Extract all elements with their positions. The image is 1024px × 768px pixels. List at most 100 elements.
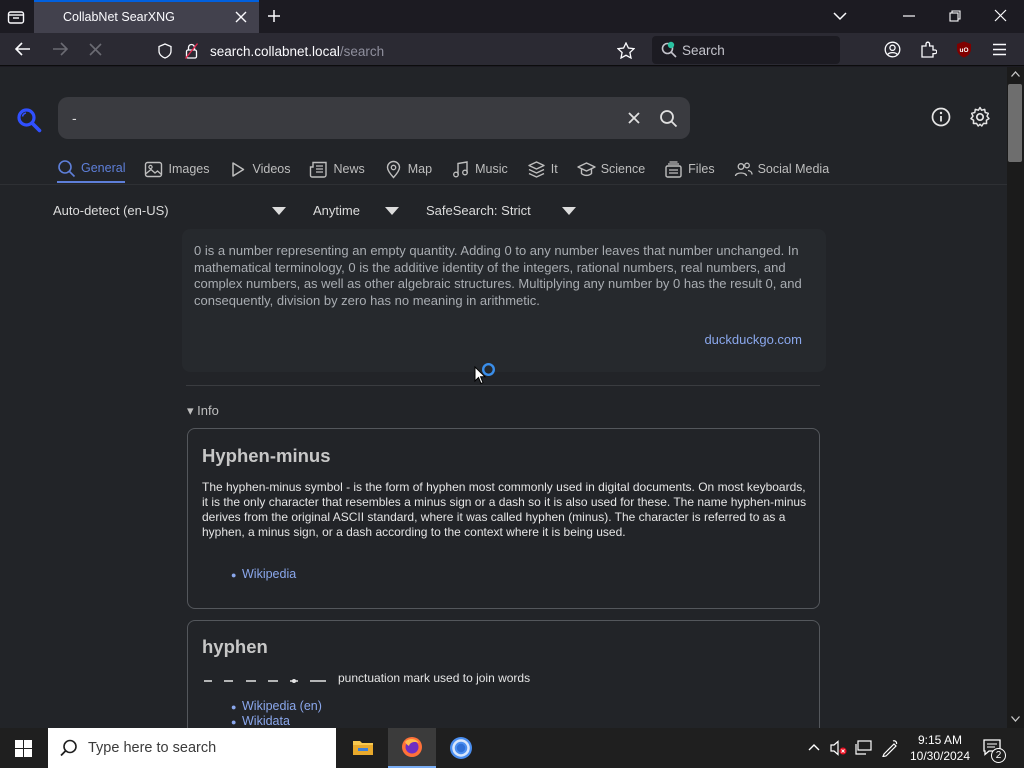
play-icon <box>228 160 247 179</box>
search-box[interactable]: - <box>58 97 690 139</box>
tab-science[interactable]: Science <box>576 155 646 183</box>
bookmark-star-icon[interactable] <box>617 42 635 59</box>
chevron-down-icon[interactable] <box>385 207 399 215</box>
infobox-title: Hyphen-minus <box>202 445 331 466</box>
close-window-icon[interactable] <box>994 9 1007 22</box>
tab-general[interactable]: General <box>57 155 126 183</box>
tab-label: It <box>550 162 558 176</box>
newspaper-icon <box>309 160 328 179</box>
scrollbar-thumb[interactable] <box>1008 84 1022 162</box>
windows-taskbar: Type here to search 9:15 AM 10/30/2024 2 <box>0 728 1024 768</box>
url-bar[interactable]: search.collabnet.local/search <box>150 36 644 64</box>
wikipedia-link[interactable]: Wikipedia <box>242 567 296 581</box>
browser-search-bar[interactable]: Search <box>652 36 840 64</box>
language-select-value: Auto-detect (en-US) <box>53 203 169 218</box>
tab-label: Science <box>600 162 646 176</box>
insecure-lock-icon[interactable] <box>185 43 198 59</box>
shield-icon[interactable] <box>158 43 172 59</box>
wikidata-link[interactable]: Wikidata <box>242 714 290 728</box>
url-path: /search <box>339 44 385 59</box>
searxng-results-page: - General Images Videos News Map Music I… <box>0 67 1007 728</box>
tab-list-icon[interactable] <box>7 9 25 25</box>
browser-toolbar: search.collabnet.local/search Search uO <box>0 33 1024 66</box>
answer-source-link[interactable]: duckduckgo.com <box>704 332 802 347</box>
bullet: ● <box>231 570 237 580</box>
time-range-select[interactable]: Anytime <box>313 203 360 218</box>
browser-tab-active[interactable]: CollabNet SearXNG <box>34 0 259 33</box>
infobox-text: The hyphen-minus symbol - is the form of… <box>202 480 807 539</box>
language-select[interactable]: Auto-detect (en-US) <box>53 203 169 218</box>
searxng-logo-icon[interactable] <box>16 107 42 133</box>
safesearch-value: SafeSearch: Strict <box>426 203 531 218</box>
tab-it[interactable]: It <box>527 155 558 183</box>
stop-loading-icon[interactable] <box>89 43 102 56</box>
tab-title: CollabNet SearXNG <box>63 10 175 24</box>
url-host: search.collabnet.local <box>210 44 340 59</box>
pen-workspace-icon[interactable] <box>881 739 899 757</box>
search-submit-icon[interactable] <box>659 109 678 128</box>
network-icon[interactable] <box>855 740 872 756</box>
tab-label: Music <box>475 162 508 176</box>
close-tab-icon[interactable] <box>235 11 247 23</box>
new-tab-icon[interactable] <box>267 9 281 23</box>
list-all-tabs-icon[interactable] <box>833 11 847 21</box>
tab-images[interactable]: Images <box>144 155 209 183</box>
info-toggle[interactable]: ▾ Info <box>187 403 219 419</box>
wikipedia-en-link[interactable]: Wikipedia (en) <box>242 699 322 713</box>
tab-videos[interactable]: Videos <box>228 155 290 183</box>
taskbar-firefox-active[interactable] <box>388 728 436 768</box>
restore-icon[interactable] <box>949 10 961 22</box>
taskbar-clock[interactable]: 9:15 AM 10/30/2024 <box>909 732 971 764</box>
tab-label: Videos <box>252 162 291 176</box>
svg-text:uO: uO <box>959 47 968 54</box>
info-circle-icon[interactable] <box>931 107 951 127</box>
music-note-icon <box>451 160 470 179</box>
windows-start-icon[interactable] <box>15 740 32 757</box>
tab-news[interactable]: News <box>309 155 365 183</box>
extensions-icon[interactable] <box>920 41 937 58</box>
answer-divider <box>186 385 820 386</box>
tab-social-media[interactable]: Social Media <box>734 155 830 183</box>
search-input[interactable]: - <box>72 110 77 126</box>
bullet: ● <box>231 702 237 712</box>
bullet: ● <box>231 717 237 727</box>
app-menu-icon[interactable] <box>992 43 1007 56</box>
forward-icon[interactable] <box>52 42 68 56</box>
search-engine-icon <box>660 41 678 59</box>
show-hidden-icons-icon[interactable] <box>808 743 820 751</box>
safesearch-select[interactable]: SafeSearch: Strict <box>426 203 531 218</box>
infobox-title: hyphen <box>202 636 268 657</box>
taskbar-search-box[interactable]: Type here to search <box>48 728 336 768</box>
back-icon[interactable] <box>15 42 31 56</box>
tab-map[interactable]: Map <box>384 155 432 183</box>
clear-search-icon[interactable] <box>628 112 640 124</box>
scroll-down-icon[interactable] <box>1011 716 1020 722</box>
clock-time: 9:15 AM <box>917 733 963 747</box>
tab-label: Social Media <box>757 162 830 176</box>
firefox-icon <box>401 736 423 758</box>
scroll-up-icon[interactable] <box>1011 71 1020 77</box>
volume-muted-icon[interactable] <box>830 740 848 756</box>
mouse-cursor-icon <box>474 366 486 385</box>
account-icon[interactable] <box>884 41 901 58</box>
url-text[interactable]: search.collabnet.local/search <box>210 44 384 59</box>
clock-date: 10/30/2024 <box>909 749 971 763</box>
ublock-origin-icon[interactable]: uO <box>956 41 972 58</box>
chrome-icon[interactable] <box>449 736 473 760</box>
chevron-down-icon[interactable] <box>562 207 576 215</box>
page-scrollbar[interactable] <box>1007 67 1024 728</box>
hyphen-dash-image <box>202 678 328 684</box>
settings-gear-icon[interactable] <box>969 106 991 128</box>
tab-music[interactable]: Music <box>451 155 508 183</box>
file-stack-icon <box>664 160 683 179</box>
minimize-icon[interactable] <box>903 15 915 17</box>
file-explorer-icon[interactable] <box>352 737 374 757</box>
chevron-down-icon[interactable] <box>272 207 286 215</box>
infobox-description: punctuation mark used to join words <box>338 671 531 685</box>
tab-label: News <box>333 162 365 176</box>
graduation-cap-icon <box>576 160 596 179</box>
tab-label: General <box>81 161 126 175</box>
infobox-card: hyphen punctuation mark used to join wor… <box>187 620 820 728</box>
tab-files[interactable]: Files <box>664 155 715 183</box>
browser-search-placeholder: Search <box>682 43 725 58</box>
